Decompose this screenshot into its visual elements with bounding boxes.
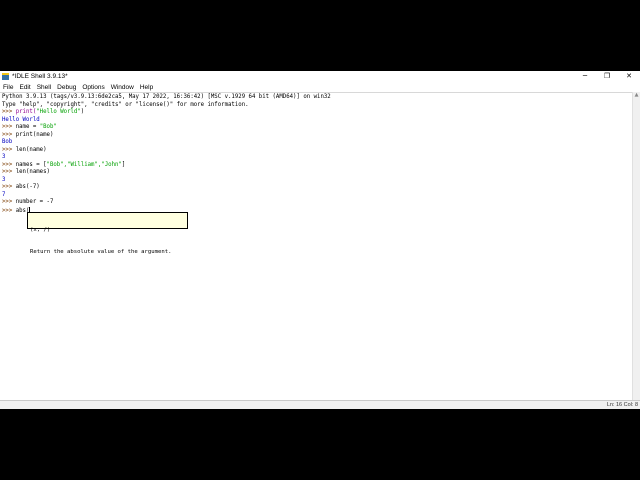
menu-help[interactable]: Help xyxy=(140,84,153,91)
shell-line: >>> name = "Bob" xyxy=(2,124,57,130)
shell-output: Hello World xyxy=(2,116,40,123)
cursor-position: Ln: 16 Col: 8 xyxy=(606,402,638,408)
menu-bar: File Edit Shell Debug Options Window Hel… xyxy=(0,82,640,92)
shell-output: 3 xyxy=(2,176,6,183)
maximize-icon[interactable]: ❐ xyxy=(596,71,618,82)
menu-edit[interactable]: Edit xyxy=(19,84,30,91)
minimize-icon[interactable]: ─ xyxy=(574,71,596,82)
status-bar: Ln: 16 Col: 8 xyxy=(0,400,640,409)
scroll-up-icon[interactable]: ▲ xyxy=(633,92,640,99)
shell-line: >>> names = ["Bob","William","John"] xyxy=(2,161,126,168)
close-icon[interactable]: ✕ xyxy=(618,71,640,82)
window-controls: ─ ❐ ✕ xyxy=(574,71,640,82)
shell-line: >>> abs(-7) xyxy=(2,184,40,190)
vertical-scrollbar[interactable]: ▲ xyxy=(632,92,640,400)
banner-line: Type "help", "copyright", "credits" or "… xyxy=(2,101,249,108)
window-title: *IDLE Shell 3.9.13* xyxy=(12,73,68,80)
shell-line: >>> len(name) xyxy=(2,146,47,153)
menu-options[interactable]: Options xyxy=(82,84,104,91)
menu-window[interactable]: Window xyxy=(111,84,134,91)
idle-shell-window: *IDLE Shell 3.9.13* ─ ❐ ✕ File Edit Shel… xyxy=(0,71,640,409)
shell-line: >>> len(names) xyxy=(2,169,50,175)
shell-line: >>> print("Hello World") xyxy=(2,109,85,115)
shell-output: Bob xyxy=(2,139,13,145)
calltip-tooltip: (x, /) Return the absolute value of the … xyxy=(27,212,188,255)
menu-debug[interactable]: Debug xyxy=(57,84,76,91)
shell-output: 7 xyxy=(2,191,6,198)
calltip-signature: (x, /) xyxy=(30,227,51,234)
python-icon xyxy=(2,73,9,80)
shell-line: >>> print(name) xyxy=(2,131,54,138)
banner-line: Python 3.9.13 (tags/v3.9.13:6de2ca5, May… xyxy=(2,94,331,100)
menu-file[interactable]: File xyxy=(3,84,13,91)
menu-shell[interactable]: Shell xyxy=(37,84,51,91)
shell-output: 3 xyxy=(2,154,6,160)
calltip-description: Return the absolute value of the argumen… xyxy=(30,249,172,256)
title-bar[interactable]: *IDLE Shell 3.9.13* ─ ❐ ✕ xyxy=(0,71,640,82)
shell-line: >>> number = -7 xyxy=(2,199,54,205)
